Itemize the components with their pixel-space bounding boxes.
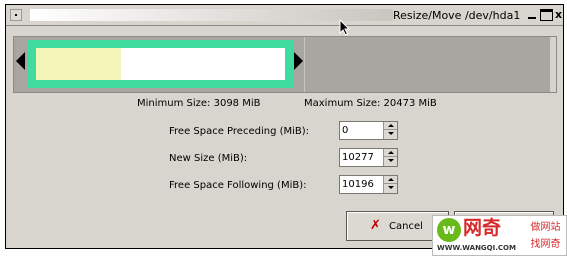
increment-arrow-icon[interactable] (384, 149, 397, 157)
new-size-spinner[interactable] (339, 148, 398, 167)
decrement-arrow-icon[interactable] (384, 157, 397, 165)
watermark-brand: 网奇 (463, 217, 502, 239)
unallocated-divider (304, 37, 305, 92)
free-space-preceding-spinner[interactable] (339, 121, 398, 140)
watermark-logo: w 网奇 WWW.WANGQI.COM 做网站 找网奇 (432, 215, 567, 256)
resize-move-dialog: Resize/Move /dev/hda1 x Minimum Size: 30… (5, 4, 564, 249)
partition-block[interactable] (28, 40, 293, 88)
minimize-button[interactable] (526, 9, 539, 21)
resize-right-handle-icon[interactable] (294, 52, 303, 70)
watermark-slogan-line2: 找网奇 (530, 239, 561, 250)
free-space-preceding-input[interactable] (340, 122, 384, 139)
watermark-slogan: 做网站 找网奇 (527, 219, 564, 253)
area-edge (550, 37, 556, 92)
increment-arrow-icon[interactable] (384, 176, 397, 184)
decrement-arrow-icon[interactable] (384, 130, 397, 138)
minimum-size-label: Minimum Size: 3098 MiB (137, 98, 261, 109)
watermark-logo-icon: w (437, 218, 461, 242)
free-space-preceding-label: Free Space Preceding (MiB): (169, 126, 310, 137)
window-menu-button[interactable] (10, 9, 22, 21)
watermark-url: WWW.WANGQI.COM (437, 244, 516, 252)
cancel-x-icon: ✗ (370, 218, 381, 233)
partition-content (36, 48, 285, 80)
partition-resize-area[interactable] (13, 36, 557, 93)
free-space-following-spinner[interactable] (339, 175, 398, 194)
free-space-following-input[interactable] (340, 176, 384, 193)
watermark-slogan-line1: 做网站 (530, 222, 561, 233)
spinner-buttons (383, 149, 397, 166)
close-button[interactable]: x (552, 9, 565, 21)
cancel-button-label: Cancel (389, 221, 423, 232)
spinner-buttons (383, 122, 397, 139)
used-space-bar (36, 48, 121, 80)
mouse-cursor-icon (339, 19, 351, 36)
new-size-label: New Size (MiB): (169, 153, 248, 164)
maximum-size-label: Maximum Size: 20473 MiB (304, 98, 437, 109)
increment-arrow-icon[interactable] (384, 122, 397, 130)
title-bar[interactable]: Resize/Move /dev/hda1 x (6, 5, 563, 26)
decrement-arrow-icon[interactable] (384, 184, 397, 192)
spinner-buttons (383, 176, 397, 193)
resize-left-handle-icon[interactable] (16, 52, 25, 70)
window-title: Resize/Move /dev/hda1 (393, 9, 521, 22)
new-size-input[interactable] (340, 149, 384, 166)
free-space-following-label: Free Space Following (MiB): (169, 180, 307, 191)
